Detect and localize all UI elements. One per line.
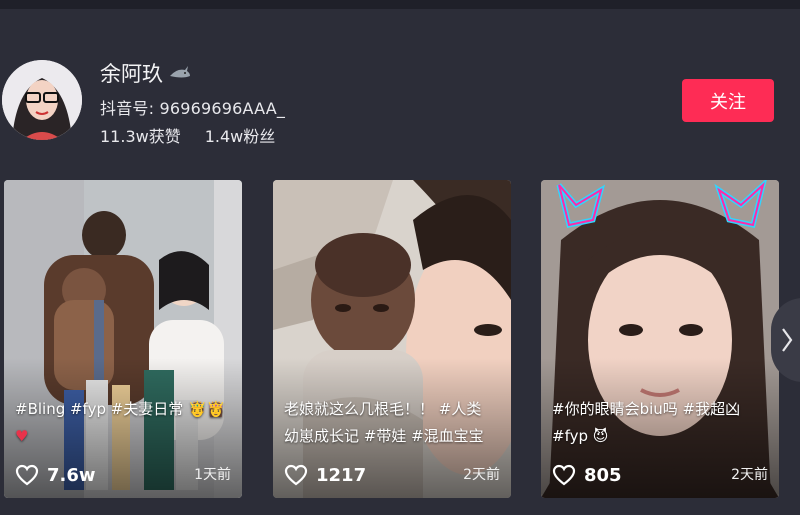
profile-stats: 11.3w获赞 1.4w粉丝: [100, 123, 275, 147]
heart-icon[interactable]: [284, 464, 308, 486]
video-card-3[interactable]: #你的眼睛会biu吗 #我超凶 #fyp 😈 805 2天前: [541, 180, 779, 498]
chevron-right-icon: [782, 328, 793, 352]
caption-line: ♥: [15, 427, 29, 445]
caption-line: #你的眼睛会biu吗 #我超凶: [552, 400, 741, 418]
video-caption-1: #Bling #fyp #夫妻日常 🤴👸 ♥: [15, 396, 237, 450]
likes-count: 7.6w: [47, 464, 96, 486]
video-time-3: 2天前: [731, 467, 768, 483]
douyin-id: 抖音号: 96969696AAA_: [100, 99, 286, 118]
top-bar: [0, 0, 800, 9]
caption-line: #fyp 😈: [552, 427, 609, 445]
video-caption-3: #你的眼睛会biu吗 #我超凶 #fyp 😈: [552, 396, 774, 450]
likes-count: 805: [584, 464, 622, 486]
video-caption-2: 老娘就这么几根毛！！ #人类 幼崽成长记 #带娃 #混血宝宝: [284, 396, 506, 450]
likes-count: 1217: [316, 464, 367, 486]
likes-count: 11.3w获赞: [100, 127, 181, 146]
shark-icon: [170, 66, 190, 78]
followers-count: 1.4w粉丝: [204, 127, 276, 146]
video-time-1: 1天前: [194, 467, 231, 483]
video-likes-2: 1217: [284, 464, 366, 486]
avatar[interactable]: [2, 60, 82, 140]
video-likes-3: 805: [552, 464, 622, 486]
video-card-2[interactable]: 老娘就这么几根毛！！ #人类 幼崽成长记 #带娃 #混血宝宝 1217 2天前: [273, 180, 511, 498]
video-card-1[interactable]: #Bling #fyp #夫妻日常 🤴👸 ♥ 7.6w 1天前: [4, 180, 242, 498]
username: 余阿玖: [100, 58, 191, 88]
heart-icon[interactable]: [552, 464, 576, 486]
video-likes-1: 7.6w: [15, 464, 96, 486]
video-time-2: 2天前: [463, 467, 500, 483]
caption-line: 老娘就这么几根毛！！ #人类: [284, 400, 482, 418]
username-text: 余阿玖: [100, 62, 163, 86]
caption-line: 幼崽成长记 #带娃 #混血宝宝: [284, 427, 484, 445]
caption-line: #Bling #fyp #夫妻日常 🤴👸: [15, 400, 226, 418]
heart-icon[interactable]: [15, 464, 39, 486]
follow-button[interactable]: 关注: [682, 79, 774, 122]
